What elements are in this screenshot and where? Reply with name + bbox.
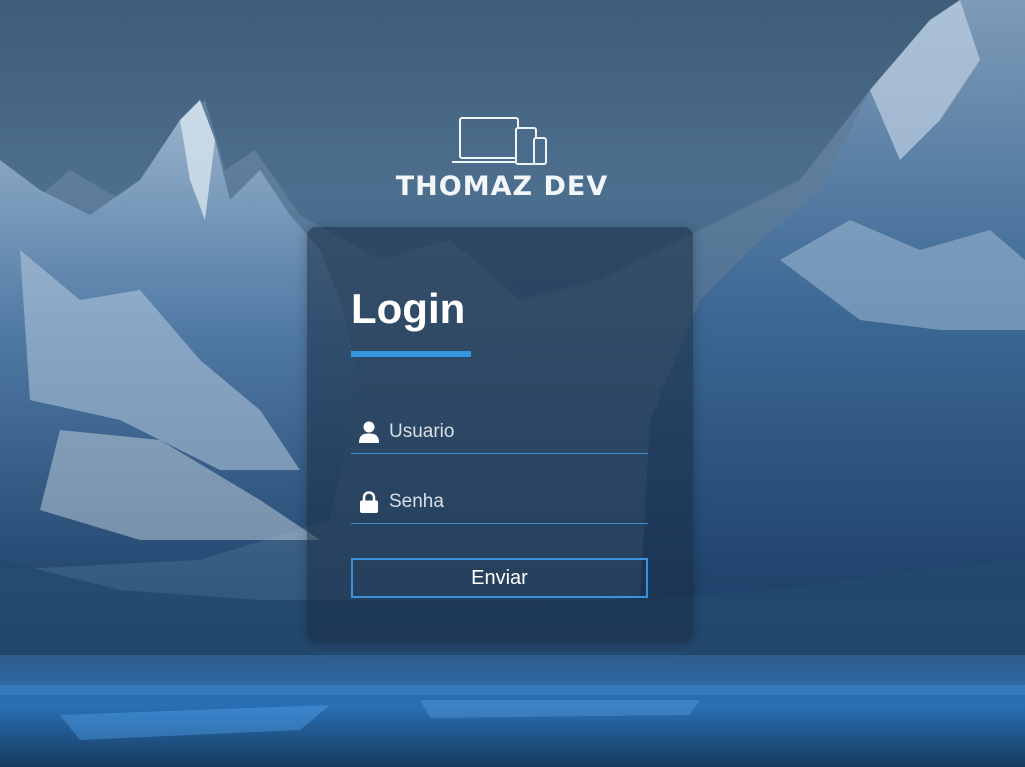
title-underline	[351, 351, 471, 357]
devices-icon	[452, 117, 547, 165]
brand-logo-text: THOMAZ DEV	[395, 171, 609, 202]
submit-button[interactable]: Enviar	[351, 558, 648, 598]
username-input[interactable]	[389, 417, 644, 447]
lock-icon	[360, 491, 378, 513]
brand-logo: THOMAZ DEV	[386, 116, 618, 208]
login-title: Login	[351, 285, 466, 332]
password-field	[351, 483, 648, 524]
user-icon	[359, 421, 379, 443]
password-input[interactable]	[389, 487, 644, 517]
login-page: THOMAZ DEV Login Enviar	[0, 0, 1025, 767]
login-card: Login Enviar	[307, 227, 693, 642]
username-field	[351, 413, 648, 454]
